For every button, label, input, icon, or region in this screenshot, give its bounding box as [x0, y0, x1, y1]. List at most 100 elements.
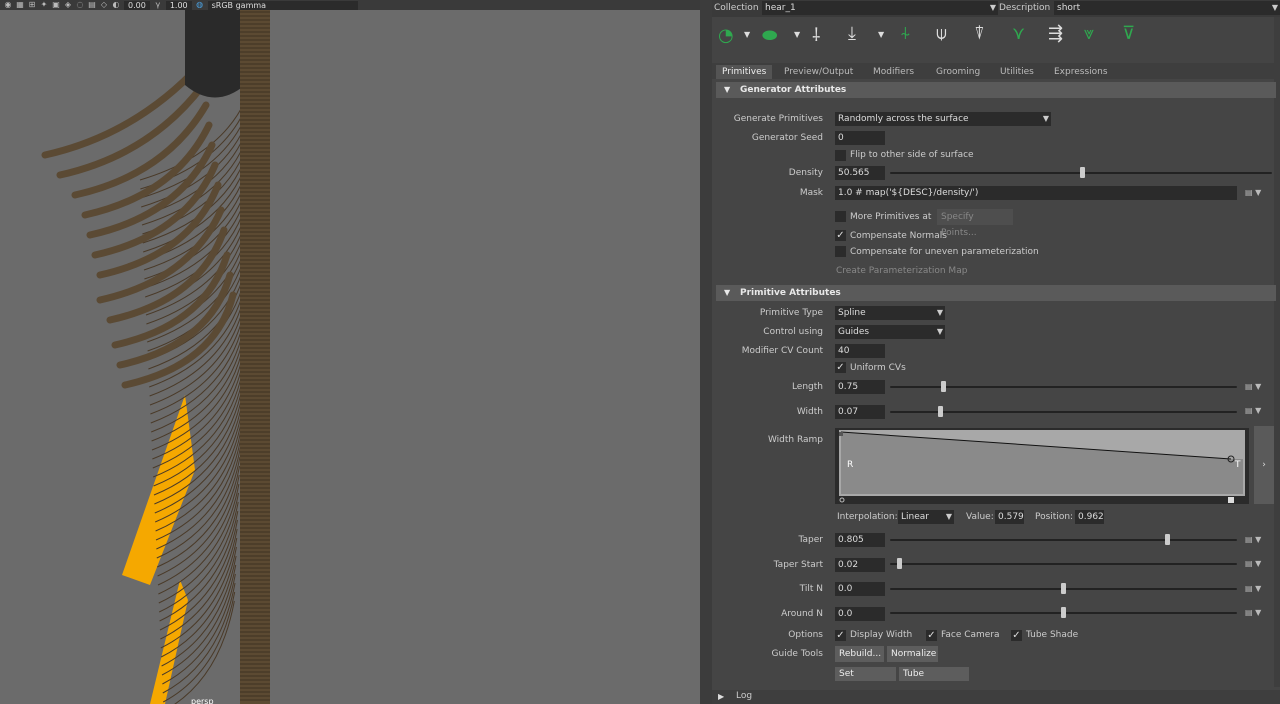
uneven-checkbox[interactable]	[835, 246, 846, 257]
around-slider[interactable]	[890, 607, 1237, 618]
primitive-section-header[interactable]: ▼ Primitive Attributes	[716, 285, 1276, 301]
description-dropdown[interactable]: short ▼	[1054, 1, 1280, 15]
sculpt-icon[interactable]: ⩔	[1084, 23, 1094, 44]
normalize-button[interactable]: Normalize	[887, 646, 938, 662]
flip-checkbox[interactable]	[835, 150, 846, 161]
tab-utilities[interactable]: Utilities	[994, 65, 1040, 79]
tab-preview-output[interactable]: Preview/Output	[778, 65, 859, 79]
interp-dropdown[interactable]: Linear ▼	[898, 510, 954, 524]
uniform-cvs-checkbox[interactable]: ✓	[835, 362, 846, 373]
map-menu-icon[interactable]: ▤ ▼	[1245, 382, 1267, 392]
density-slider[interactable]	[890, 167, 1272, 178]
light-icon[interactable]: ✦	[40, 1, 48, 9]
tube-groom-button[interactable]: Tube Groom...	[899, 667, 969, 681]
exposure-icon[interactable]: ◐	[112, 1, 120, 9]
tube-shade-checkbox[interactable]: ✓	[1011, 630, 1022, 641]
add-point-icon[interactable]: ⍭	[900, 23, 911, 44]
taper-start-field[interactable]: 0.02	[835, 558, 885, 572]
flip-icon[interactable]: ⊽	[1122, 23, 1135, 44]
compensate-normals-checkbox[interactable]: ✓	[835, 230, 846, 241]
select-cv-icon[interactable]: ⍦	[936, 23, 947, 44]
tab-grooming[interactable]: Grooming	[930, 65, 986, 79]
seed-field[interactable]: 0	[835, 131, 885, 145]
colorspace-field[interactable]: sRGB gamma	[207, 0, 358, 10]
panel-separator[interactable]	[700, 0, 712, 704]
length-slider[interactable]	[890, 381, 1237, 392]
chevron-down-icon[interactable]: ▼	[878, 30, 884, 39]
log-bar[interactable]: ▶ Log	[712, 690, 1280, 704]
ramp-expand-button[interactable]: ›	[1254, 426, 1274, 504]
mask-field[interactable]: 1.0 # map('${DESC}/density/')	[835, 186, 1237, 200]
gamma-icon[interactable]: γ	[154, 1, 162, 9]
tab-expressions[interactable]: Expressions	[1048, 65, 1114, 79]
slider-thumb[interactable]	[938, 406, 943, 417]
width-ramp-editor[interactable]: R T	[835, 428, 1249, 504]
create-map-button[interactable]: Create Parameterization Map	[836, 264, 967, 278]
rebuild-button[interactable]: Rebuild...	[835, 646, 884, 662]
slider-thumb[interactable]	[941, 381, 946, 392]
cv-count-field[interactable]: 40	[835, 344, 885, 358]
map-menu-icon[interactable]: ▤ ▼	[1245, 188, 1267, 198]
lock-icon[interactable]: ⍒	[974, 23, 985, 44]
guide-shape-icon[interactable]: ⋎	[1012, 23, 1025, 44]
tilt-slider[interactable]	[890, 583, 1237, 594]
generate-dropdown[interactable]: Randomly across the surface ▼	[835, 112, 1051, 126]
texture-icon[interactable]: ▤	[88, 1, 96, 9]
tab-primitives[interactable]: Primitives	[716, 65, 773, 79]
primitive-type-dropdown[interactable]: Spline ▼	[835, 306, 945, 320]
taper-start-slider[interactable]	[890, 558, 1237, 569]
width-field[interactable]: 0.07	[835, 405, 885, 419]
chevron-down-icon[interactable]: ▼	[794, 30, 800, 39]
viewport[interactable]: ◉ ▦ ⊞ ✦ ▣ ◈ ◌ ▤ ◇ ◐ 0.00 γ 1.00 ◍ sRGB g…	[0, 0, 700, 704]
control-dropdown[interactable]: Guides ▼	[835, 325, 945, 339]
face-camera-checkbox[interactable]: ✓	[926, 630, 937, 641]
chevron-down-icon[interactable]: ▼	[744, 30, 750, 39]
shade-icon[interactable]: ▣	[52, 1, 60, 9]
map-menu-icon[interactable]: ▤ ▼	[1245, 559, 1267, 569]
slider-thumb[interactable]	[1080, 167, 1085, 178]
colorspace-icon[interactable]: ◍	[196, 1, 204, 9]
add-guide-icon[interactable]: ⸸	[812, 23, 820, 47]
set-length-button[interactable]: Set Length...	[835, 667, 896, 681]
exposure-field[interactable]: 0.00	[124, 0, 150, 10]
slider-thumb[interactable]	[1061, 583, 1066, 594]
specify-points-button[interactable]: Specify Points...	[937, 209, 1013, 238]
xray-icon[interactable]: ◌	[76, 1, 84, 9]
panel-scrollbar[interactable]	[1274, 17, 1280, 687]
ramp-point[interactable]	[839, 432, 843, 436]
length-field[interactable]: 0.75	[835, 380, 885, 394]
map-menu-icon[interactable]: ▤ ▼	[1245, 535, 1267, 545]
map-menu-icon[interactable]: ▤ ▼	[1245, 406, 1267, 416]
density-field[interactable]: 50.565	[835, 166, 885, 180]
taper-slider[interactable]	[890, 534, 1237, 545]
slider-thumb[interactable]	[1061, 607, 1066, 618]
preview-eye-icon[interactable]: ◔	[718, 25, 734, 46]
width-slider[interactable]	[890, 406, 1237, 417]
wire-icon[interactable]: ⊞	[28, 1, 36, 9]
clear-preview-icon[interactable]: ⬬	[762, 25, 777, 46]
display-width-checkbox[interactable]: ✓	[835, 630, 846, 641]
map-menu-icon[interactable]: ▤ ▼	[1245, 584, 1267, 594]
slider-thumb[interactable]	[897, 558, 902, 569]
taper-field[interactable]: 0.805	[835, 533, 885, 547]
collection-dropdown[interactable]: hear_1 ▼	[762, 1, 998, 15]
gamma-field[interactable]: 1.00	[165, 0, 192, 10]
generator-section-header[interactable]: ▼ Generator Attributes	[716, 82, 1276, 98]
tilt-field[interactable]: 0.0	[835, 582, 885, 596]
ramp-position-field[interactable]: 0.962	[1075, 510, 1104, 524]
aa-icon[interactable]: ◇	[100, 1, 108, 9]
ramp-end-handle[interactable]	[1228, 497, 1234, 503]
map-menu-icon[interactable]: ▤ ▼	[1245, 608, 1267, 618]
more-primitives-checkbox[interactable]	[835, 211, 846, 222]
taper-start-label: Taper Start	[773, 560, 823, 570]
camera-icon[interactable]: ◉	[4, 1, 12, 9]
slider-thumb[interactable]	[1165, 534, 1170, 545]
grid-icon[interactable]: ▦	[16, 1, 24, 9]
around-field[interactable]: 0.0	[835, 607, 885, 621]
guide-tool-icon[interactable]: ⤓	[848, 23, 856, 44]
isolate-icon[interactable]: ◈	[64, 1, 72, 9]
rebuild-icon[interactable]: ⇶	[1048, 23, 1063, 44]
tab-modifiers[interactable]: Modifiers	[867, 65, 920, 79]
ramp-value-field[interactable]: 0.579	[995, 510, 1024, 524]
ramp-start-handle[interactable]	[839, 497, 845, 503]
